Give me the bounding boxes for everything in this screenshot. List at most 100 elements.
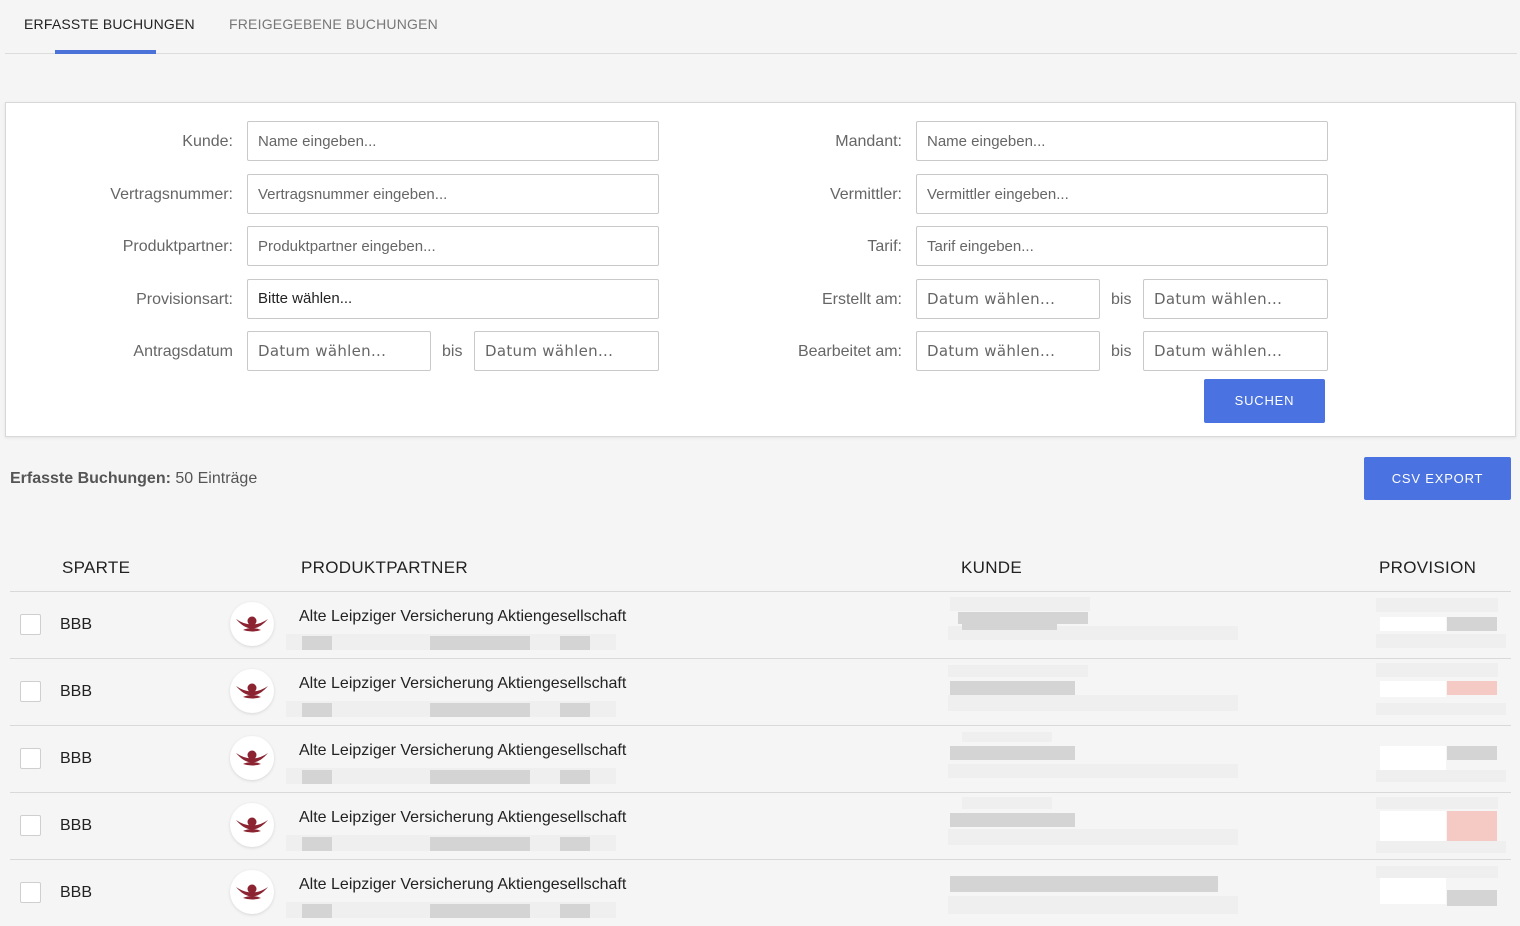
redacted-partner-detail — [302, 636, 332, 650]
provisionsart-label: Provisionsart: — [136, 291, 233, 308]
redacted-kunde — [962, 797, 1052, 809]
active-tab-indicator — [55, 50, 156, 54]
redacted-kunde — [950, 597, 1090, 611]
redacted-provision — [1447, 746, 1497, 760]
partner-logo-icon — [230, 870, 274, 914]
bearbeitet-am-bis-label: bis — [1111, 343, 1132, 360]
column-header-sparte[interactable]: SPARTE — [62, 558, 130, 578]
redacted-provision — [1376, 797, 1498, 809]
produktpartner-label: Produktpartner: — [122, 238, 233, 255]
redacted-partner-detail — [560, 837, 590, 851]
redacted-kunde — [950, 876, 1218, 892]
results-count: 50 Einträge — [175, 470, 258, 487]
erstellt-am-bis-label: bis — [1111, 291, 1132, 308]
redacted-partner-detail — [302, 837, 332, 851]
redacted-kunde — [962, 620, 1057, 630]
redacted-partner-detail — [430, 770, 530, 784]
produktpartner-input[interactable] — [247, 226, 659, 266]
antragsdatum-label: Antragsdatum — [133, 343, 233, 360]
table-row[interactable]: BBB Alte Leipziger Versicherung Aktienges… — [10, 792, 1511, 859]
redacted-kunde — [948, 665, 1088, 677]
row-produktpartner: Alte Leipziger Versicherung Aktiengesell… — [299, 809, 627, 826]
vermittler-label: Vermittler: — [829, 186, 902, 203]
redacted-partner-detail — [430, 703, 530, 717]
table-row[interactable]: BBB Alte Leipziger Versicherung Aktienges… — [10, 658, 1511, 725]
redacted-partner-detail — [560, 904, 590, 918]
vertragsnummer-label: Vertragsnummer: — [110, 186, 233, 203]
bearbeitet-am-to-input[interactable] — [1143, 331, 1328, 371]
partner-logo-icon — [230, 602, 274, 646]
redacted-kunde — [948, 896, 1238, 914]
redacted-provision — [1380, 681, 1446, 697]
redacted-kunde — [948, 695, 1238, 711]
redacted-provision — [1447, 890, 1497, 906]
table-row[interactable]: BBB Alte Leipziger Versicherung Aktienges… — [10, 725, 1511, 792]
redacted-kunde — [950, 813, 1075, 827]
tarif-input[interactable] — [916, 226, 1328, 266]
tab-freigegebene-buchungen[interactable]: FREIGEGEBENE BUCHUNGEN — [229, 16, 438, 32]
mandant-input[interactable] — [916, 121, 1328, 161]
row-sparte: BBB — [60, 884, 93, 901]
antragsdatum-bis-label: bis — [442, 343, 463, 360]
antragsdatum-from-input[interactable] — [247, 331, 431, 371]
tarif-label: Tarif: — [867, 238, 902, 255]
table-row[interactable]: BBB Alte Leipziger Versicherung Aktienges… — [10, 859, 1511, 926]
tab-bar: ERFASSTE BUCHUNGEN FREIGEGEBENE BUCHUNGE… — [5, 0, 1517, 54]
bearbeitet-am-label: Bearbeitet am: — [797, 343, 902, 360]
row-produktpartner: Alte Leipziger Versicherung Aktiengesell… — [299, 608, 627, 625]
row-sparte: BBB — [60, 750, 93, 767]
table-row[interactable]: BBB Alte Leipziger Versicherung Aktienges… — [10, 591, 1511, 658]
tab-erfasste-buchungen[interactable]: ERFASSTE BUCHUNGEN — [24, 16, 195, 32]
redacted-partner-detail — [430, 837, 530, 851]
mandant-label: Mandant: — [835, 133, 902, 150]
redacted-kunde — [948, 829, 1238, 845]
redacted-provision — [1376, 866, 1498, 878]
results-summary: Erfasste Buchungen: 50 Einträge — [10, 470, 257, 488]
erstellt-am-from-input[interactable] — [916, 279, 1100, 319]
kunde-input[interactable] — [247, 121, 659, 161]
column-header-kunde[interactable]: KUNDE — [961, 558, 1022, 578]
row-sparte: BBB — [60, 817, 93, 834]
row-checkbox[interactable] — [20, 681, 41, 702]
provisionsart-select[interactable]: Bitte wählen... — [247, 279, 659, 319]
row-checkbox[interactable] — [20, 614, 41, 635]
row-produktpartner: Alte Leipziger Versicherung Aktiengesell… — [299, 876, 627, 893]
redacted-provision — [1380, 617, 1446, 631]
erstellt-am-to-input[interactable] — [1143, 279, 1328, 319]
erstellt-am-label: Erstellt am: — [821, 291, 902, 308]
redacted-partner-detail — [560, 703, 590, 717]
redacted-provision — [1447, 617, 1497, 631]
redacted-provision — [1376, 703, 1506, 715]
column-header-produktpartner[interactable]: PRODUKTPARTNER — [301, 558, 468, 578]
redacted-partner-detail — [560, 636, 590, 650]
row-checkbox[interactable] — [20, 748, 41, 769]
redacted-partner-detail — [302, 703, 332, 717]
redacted-provision — [1447, 681, 1497, 695]
redacted-provision — [1376, 634, 1506, 648]
redacted-partner-detail — [302, 904, 332, 918]
redacted-kunde — [962, 732, 1052, 742]
row-produktpartner: Alte Leipziger Versicherung Aktiengesell… — [299, 675, 627, 692]
redacted-partner-detail — [302, 770, 332, 784]
column-header-provision[interactable]: PROVISION — [1379, 558, 1476, 578]
bearbeitet-am-from-input[interactable] — [916, 331, 1100, 371]
vertragsnummer-input[interactable] — [247, 174, 659, 214]
redacted-kunde — [950, 746, 1075, 760]
csv-export-button[interactable]: CSV EXPORT — [1364, 457, 1511, 500]
search-button[interactable]: SUCHEN — [1204, 379, 1325, 423]
row-checkbox[interactable] — [20, 815, 41, 836]
redacted-provision — [1447, 811, 1497, 841]
redacted-provision — [1380, 811, 1446, 841]
redacted-partner-detail — [430, 636, 530, 650]
results-summary-title: Erfasste Buchungen: — [10, 470, 171, 487]
redacted-provision — [1376, 770, 1506, 782]
redacted-kunde — [950, 681, 1075, 695]
redacted-provision — [1376, 841, 1506, 853]
antragsdatum-to-input[interactable] — [474, 331, 659, 371]
partner-logo-icon — [230, 669, 274, 713]
redacted-provision — [1376, 598, 1498, 612]
vermittler-input[interactable] — [916, 174, 1328, 214]
row-checkbox[interactable] — [20, 882, 41, 903]
partner-logo-icon — [230, 736, 274, 780]
redacted-provision — [1380, 874, 1446, 904]
